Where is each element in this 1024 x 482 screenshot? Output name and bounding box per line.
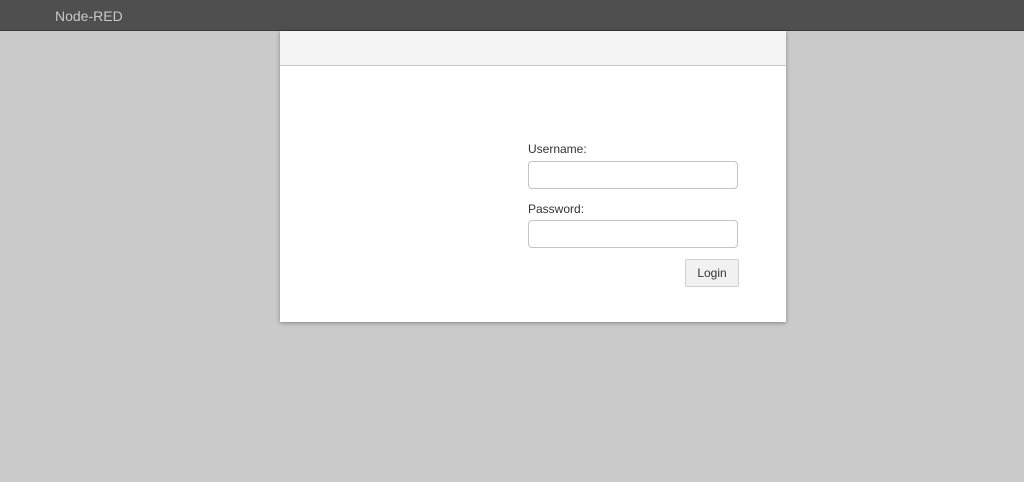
app-title: Node-RED xyxy=(55,8,123,24)
app-header: Node-RED xyxy=(0,0,1024,31)
password-input[interactable] xyxy=(528,220,738,248)
dialog-titlebar xyxy=(280,31,786,66)
username-label: Username: xyxy=(528,142,587,156)
login-button[interactable]: Login xyxy=(685,259,739,287)
password-label: Password: xyxy=(528,202,585,216)
login-dialog: Username: Password: Login xyxy=(280,31,786,322)
username-input[interactable] xyxy=(528,161,738,189)
